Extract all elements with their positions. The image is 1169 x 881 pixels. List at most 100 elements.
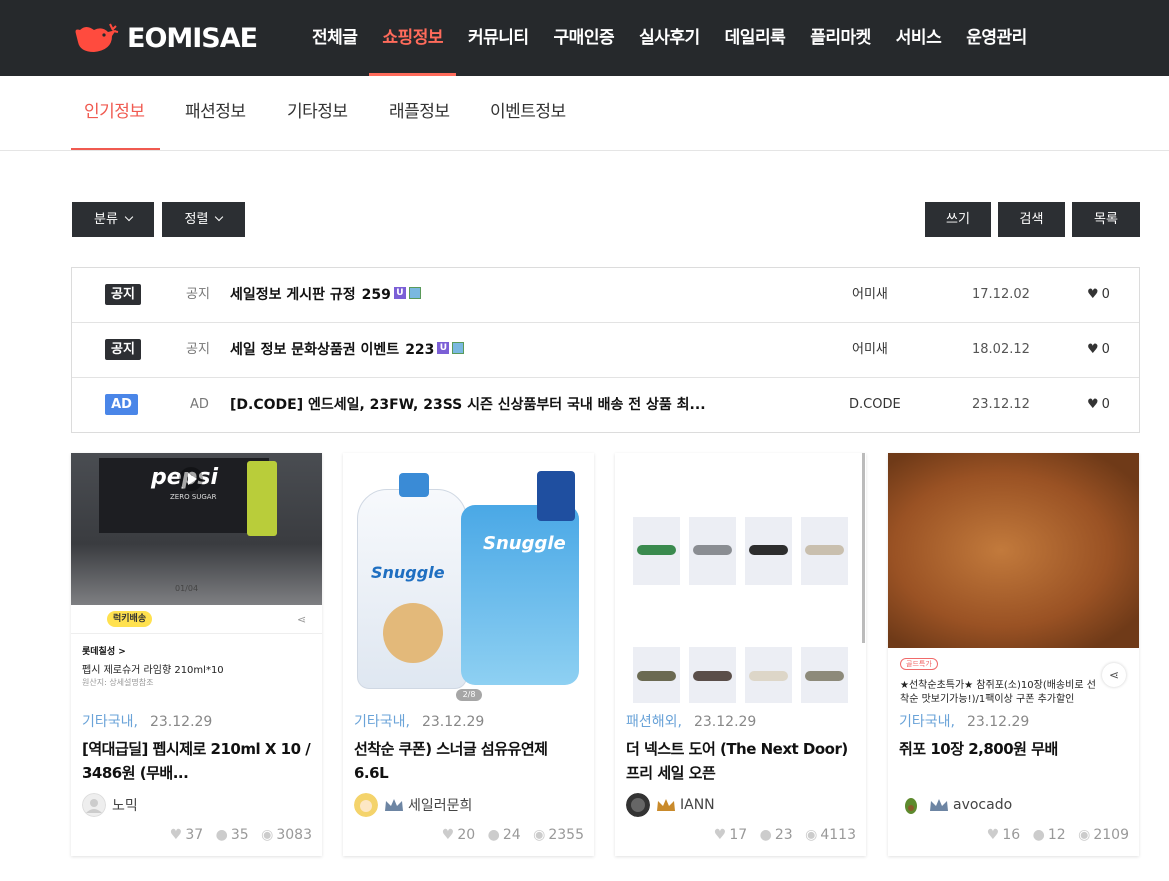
post-card[interactable]: 골드특가 ⋖ ★선착순초특가★ 참쥐포(소)10장(배송비로 선착순 맛보기가능… — [888, 453, 1139, 856]
gnav-flea-market[interactable]: 플리마켓 — [810, 0, 871, 76]
gnav-admin[interactable]: 운영관리 — [966, 0, 1027, 76]
view-count: 3083 — [276, 827, 312, 843]
view-count: 4113 — [820, 827, 856, 843]
heart-icon: ♥ — [1087, 397, 1099, 412]
shoe-tile — [633, 647, 680, 703]
post-title[interactable]: 쥐포 10장 2,800원 무배 — [899, 737, 1129, 761]
like-count: 16 — [1002, 827, 1021, 843]
notice-author[interactable]: 어미새 — [852, 268, 888, 322]
post-date: 23.12.29 — [421, 714, 485, 730]
notice-title[interactable]: 세일정보 게시판 규정 259 U — [230, 268, 421, 322]
bird-logo-icon — [75, 23, 119, 52]
share-icon[interactable]: ⋖ — [297, 613, 306, 626]
play-icon[interactable] — [179, 467, 203, 491]
ad-category: AD — [190, 397, 209, 412]
notice-date: 18.02.12 — [972, 342, 1030, 357]
category-dropdown[interactable]: 분류 — [72, 202, 154, 237]
tab-event-info[interactable]: 이벤트정보 — [490, 76, 566, 151]
like-count: 0 — [1101, 342, 1110, 357]
author-name: avocado — [953, 797, 1013, 813]
heart-icon: ♥ — [169, 827, 183, 843]
post-author[interactable]: 노믹 — [82, 793, 138, 817]
tab-popular-info[interactable]: 인기정보 — [84, 76, 145, 151]
post-stats: ♥ 20 ● 24 ◉ 2355 — [434, 827, 584, 843]
heart-icon: ♥ — [713, 827, 727, 843]
post-title[interactable]: 더 넥스트 도어 (The Next Door) 프리 세일 오픈 — [626, 737, 856, 785]
user-badge-icon: U — [437, 342, 450, 354]
view-count: 2355 — [548, 827, 584, 843]
post-thumbnail[interactable] — [615, 453, 866, 703]
search-button[interactable]: 검색 — [998, 202, 1065, 237]
bottle-cap — [399, 473, 429, 497]
gnav-reviews[interactable]: 실사후기 — [639, 0, 700, 76]
post-category[interactable]: 기타국내, — [82, 714, 138, 730]
tab-raffle-info[interactable]: 래플정보 — [389, 76, 450, 151]
gnav-service[interactable]: 서비스 — [896, 0, 942, 76]
notice-author[interactable]: 어미새 — [852, 323, 888, 377]
product-name: 펩시 제로슈거 라임향 210ml*10 — [82, 665, 224, 676]
list-button[interactable]: 목록 — [1072, 202, 1140, 237]
gnav-purchase-cert[interactable]: 구매인증 — [554, 0, 615, 76]
post-thumbnail[interactable]: pepsi ZERO SUGAR 01/04 럭키배송 ⋖ 롯데칠성 > 펩시 … — [71, 453, 322, 703]
ad-badge: AD — [105, 394, 138, 415]
notice-row[interactable]: 공지 공지 세일 정보 문화상품권 이벤트 223 U 어미새 18.02.12 ♥… — [72, 323, 1139, 378]
post-category[interactable]: 기타국내, — [354, 714, 410, 730]
author-name: 노믹 — [112, 798, 138, 814]
author-name: IANN — [680, 797, 715, 813]
ad-row[interactable]: AD AD [D.CODE] 엔드세일, 23FW, 23SS 시즌 신상품부터… — [72, 378, 1139, 433]
gnav-community[interactable]: 커뮤니티 — [468, 0, 529, 76]
eye-icon: ◉ — [805, 827, 818, 843]
like-count: 37 — [185, 827, 204, 843]
like-count: 17 — [729, 827, 748, 843]
gnav-shopping-info[interactable]: 쇼핑정보 — [369, 0, 456, 76]
ad-date: 23.12.12 — [972, 397, 1030, 412]
post-card[interactable]: pepsi ZERO SUGAR 01/04 럭키배송 ⋖ 롯데칠성 > 펩시 … — [71, 453, 322, 856]
image-counter: 01/04 — [175, 584, 199, 593]
post-author[interactable]: 세일러문희 — [354, 793, 472, 817]
post-title[interactable]: 선착순 쿠폰) 스너글 섬유유연제 6.6L — [354, 737, 584, 785]
lucky-badge: 럭키배송 — [107, 611, 153, 627]
post-card[interactable]: Snuggle Snuggle 2/8 기타국내, 23.12.29 선착순 쿠폰… — [343, 453, 594, 856]
post-title[interactable]: [역대급딜] 펩시제로 210ml X 10 / 3486원 (무배... — [82, 737, 312, 785]
user-avatar-icon — [354, 793, 378, 817]
post-thumbnail[interactable]: Snuggle Snuggle 2/8 — [343, 453, 594, 703]
notice-title[interactable]: 세일 정보 문화상품권 이벤트 223 U — [230, 323, 465, 377]
default-avatar-icon — [82, 793, 106, 817]
post-meta: 기타국내, 23.12.29 — [82, 711, 212, 731]
post-card[interactable]: 패션해외, 23.12.29 더 넥스트 도어 (The Next Door) 프… — [615, 453, 866, 856]
main-menu: 전체글 쇼핑정보 커뮤니티 구매인증 실사후기 데일리룩 플리마켓 서비스 운영… — [312, 0, 1052, 76]
snuggle-logo-pouch: Snuggle — [483, 533, 566, 554]
crown-icon — [930, 799, 948, 811]
author-name: 세일러문희 — [408, 798, 473, 814]
notice-row[interactable]: 공지 공지 세일정보 게시판 규정 259 U 어미새 17.12.02 ♥ 0 — [72, 268, 1139, 323]
ad-title[interactable]: [D.CODE] 엔드세일, 23FW, 23SS 시즌 신상품부터 국내 배송… — [230, 378, 706, 432]
post-meta: 기타국내, 23.12.29 — [354, 711, 484, 731]
write-button[interactable]: 쓰기 — [925, 202, 991, 237]
comment-count: 223 — [405, 342, 435, 358]
eye-icon: ◉ — [533, 827, 546, 843]
image-counter: 2/8 — [456, 689, 482, 701]
active-tab-indicator — [71, 148, 160, 150]
sort-dropdown[interactable]: 정렬 — [162, 202, 245, 237]
ad-likes: ♥ 0 — [1087, 378, 1110, 432]
heart-icon: ♥ — [441, 827, 455, 843]
comment-icon: ● — [487, 827, 500, 843]
scrollbar[interactable] — [862, 453, 865, 643]
post-thumbnail[interactable]: 골드특가 ⋖ ★선착순초특가★ 참쥐포(소)10장(배송비로 선착순 맛보기가능… — [888, 453, 1139, 703]
shoe-tile — [745, 517, 792, 585]
notice-date: 17.12.02 — [972, 287, 1030, 302]
post-author[interactable]: IANN — [626, 793, 715, 817]
tab-fashion-info[interactable]: 패션정보 — [185, 76, 246, 151]
gnav-daily-look[interactable]: 데일리룩 — [725, 0, 786, 76]
post-category[interactable]: 패션해외, — [626, 714, 682, 730]
tab-other-info[interactable]: 기타정보 — [287, 76, 348, 151]
like-count: 0 — [1101, 397, 1110, 412]
site-logo[interactable]: EOMISAE — [72, 20, 258, 56]
post-author[interactable]: avocado — [899, 793, 1012, 817]
gnav-all[interactable]: 전체글 — [312, 0, 358, 76]
share-icon[interactable]: ⋖ — [1102, 663, 1126, 687]
post-stats: ♥ 16 ● 12 ◉ 2109 — [979, 827, 1129, 843]
post-category[interactable]: 기타국내, — [899, 714, 955, 730]
ad-author[interactable]: D.CODE — [849, 378, 901, 432]
unilever-badge — [537, 471, 575, 521]
